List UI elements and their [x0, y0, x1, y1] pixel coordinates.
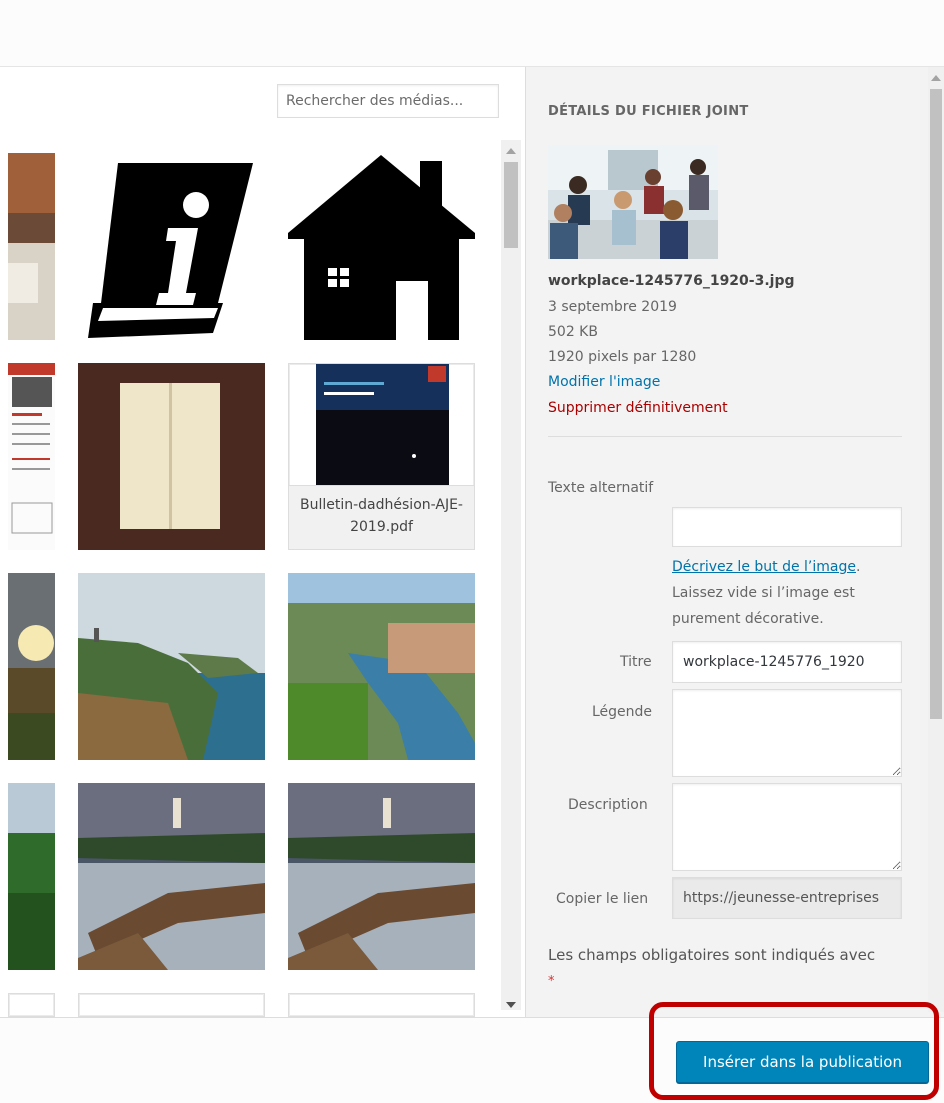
attachment-details-heading: DÉTAILS DU FICHIER JOINT — [548, 104, 749, 119]
media-search-input[interactable] — [277, 84, 499, 118]
attachment-thumbnail — [548, 145, 718, 259]
description-label: Description — [568, 797, 648, 813]
thumbnail-image — [288, 573, 475, 760]
media-tile-lighthouse-1[interactable] — [78, 783, 265, 970]
attachment-size: 502 KB — [548, 324, 598, 340]
media-tile-photo-partial[interactable] — [8, 153, 55, 340]
title-label: Titre — [620, 654, 652, 670]
attachment-filename: workplace-1245776_1920-3.jpg — [548, 273, 795, 289]
scroll-down-arrow-icon[interactable] — [506, 1002, 516, 1008]
media-tile-house-icon[interactable] — [288, 153, 475, 340]
media-tile-partial[interactable] — [288, 993, 475, 1017]
pdf-cover-image — [316, 364, 449, 486]
media-tile-info-icon[interactable] — [78, 153, 265, 340]
media-tile-partial[interactable] — [78, 993, 265, 1017]
media-tile-forest-partial[interactable] — [8, 783, 55, 970]
copy-link-label: Copier le lien — [556, 891, 649, 907]
thumbnail-image — [288, 783, 475, 970]
thumbnail-image — [8, 363, 55, 550]
sidebar-scrollbar[interactable] — [928, 67, 944, 1012]
media-tile-pdf[interactable]: Bulletin-dadhésion-AJE-2019.pdf — [288, 363, 475, 550]
alt-text-help: Décrivez le but de l’image. Laissez vide… — [672, 554, 902, 632]
media-tile-river-town[interactable] — [288, 573, 475, 760]
alt-text-help-link[interactable]: Décrivez le but de l’image — [672, 559, 856, 575]
caption-label: Légende — [592, 704, 653, 720]
pdf-filename: Bulletin-dadhésion-AJE-2019.pdf — [289, 485, 474, 549]
required-star: * — [548, 974, 555, 989]
caption-textarea[interactable] — [672, 689, 902, 777]
scroll-up-arrow-icon[interactable] — [931, 75, 941, 81]
scrollbar-thumb[interactable] — [930, 89, 942, 719]
thumbnail-image — [78, 783, 265, 970]
title-input[interactable] — [672, 641, 902, 683]
help-period: . — [855, 559, 861, 575]
scroll-up-arrow-icon[interactable] — [506, 148, 516, 154]
thumbnail-image — [8, 783, 55, 970]
divider — [548, 436, 902, 437]
thumbnail-image — [8, 573, 55, 760]
thumbnail-image — [78, 363, 265, 550]
media-tile-notebook[interactable] — [78, 363, 265, 550]
media-grid-scrollbar[interactable] — [501, 140, 521, 1010]
office-meeting-photo — [548, 145, 718, 259]
alt-text-help-text: Laissez vide si l’image est purement déc… — [672, 585, 855, 627]
media-tile-vineyard-partial[interactable] — [8, 573, 55, 760]
delete-permanently-link[interactable]: Supprimer définitivement — [548, 400, 728, 416]
highlight-annotation — [649, 1002, 939, 1100]
scrollbar-thumb[interactable] — [504, 162, 518, 248]
edit-image-link[interactable]: Modifier l'image — [548, 374, 660, 390]
media-tile-partial[interactable] — [8, 993, 55, 1017]
description-textarea[interactable] — [672, 783, 902, 871]
info-book-icon — [78, 153, 265, 340]
attachment-dimensions: 1920 pixels par 1280 — [548, 349, 697, 365]
required-fields-note: Les champs obligatoires sont indiqués av… — [548, 946, 876, 964]
media-tile-lighthouse-2[interactable] — [288, 783, 475, 970]
thumbnail-image — [78, 573, 265, 760]
media-tile-document-partial[interactable] — [8, 363, 55, 550]
house-icon — [288, 153, 475, 340]
alt-text-label: Texte alternatif — [548, 480, 654, 496]
copy-link-input[interactable] — [672, 877, 902, 919]
attachment-date: 3 septembre 2019 — [548, 299, 677, 315]
thumbnail-image — [8, 153, 55, 340]
modal-header — [0, 0, 944, 67]
media-tile-cliffs[interactable] — [78, 573, 265, 760]
alt-text-input[interactable] — [672, 507, 902, 547]
